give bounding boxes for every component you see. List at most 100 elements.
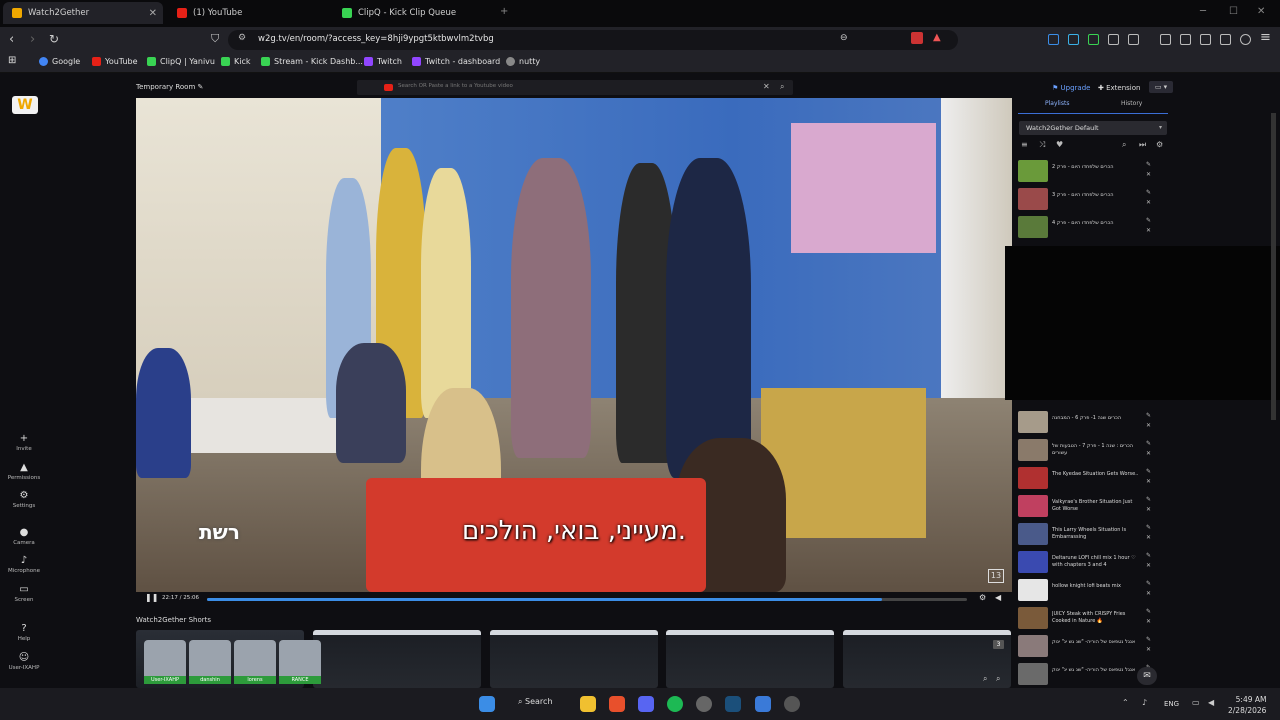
address-bar[interactable]: ⚙ w2g.tv/en/room/?access_key=8hji9ypgt5k… [228,30,958,50]
apps-grid-icon[interactable]: ⊞ [8,55,16,66]
file-explorer-icon[interactable] [580,696,596,712]
chat-icon[interactable]: ✉ [1137,667,1157,685]
playlist-item[interactable]: הכרים שלפחדו היום - פרק 4 ✎ ✕ [1018,216,1168,240]
user-avatar[interactable]: User-IXAHP [144,640,186,684]
search-icon[interactable]: ⌕ [780,82,784,92]
short-thumbnail[interactable] [490,630,658,688]
wallet-icon[interactable] [1200,34,1211,45]
edit-remove-icon[interactable]: ✎✕ [1146,495,1151,515]
short-thumbnail[interactable] [313,630,481,688]
zoom-icon[interactable]: ⊖ [840,33,848,43]
scrollbar[interactable] [1271,113,1276,420]
user-avatar[interactable]: RANCE [279,640,321,684]
edit-remove-icon[interactable]: ✎✕ [1146,411,1151,431]
seek-bar[interactable] [207,598,967,601]
app-icon[interactable] [755,696,771,712]
minimize-icon[interactable]: ─ [1200,6,1206,17]
obs-icon[interactable] [696,696,712,712]
permissions-button[interactable]: ▲ Permissions [0,462,48,481]
bookmark-kick-dashboard[interactable]: Stream - Kick Dashb... [261,57,363,66]
room-name[interactable]: Temporary Room ✎ [136,83,203,91]
leo-icon[interactable] [1220,34,1231,45]
playlist-item[interactable]: Deltarune LOFI chill mix 1 hour ♡ with c… [1018,551,1168,575]
maximize-icon[interactable]: ☐ [1229,6,1238,17]
playlist-item[interactable]: Valkyrae's Brother Situation Just Got Wo… [1018,495,1168,519]
translate-icon[interactable] [1068,34,1079,45]
extensions-icon[interactable] [1108,34,1119,45]
new-tab-icon[interactable]: + [500,6,508,17]
tab-watch2gether[interactable]: Watch2Gether ✕ [3,2,163,24]
zoom-out-icon[interactable]: ⌕ [996,674,1000,684]
playlist-item[interactable]: הכרים שנה 1- פרק 6 - המבחנה ✎ ✕ [1018,411,1168,435]
brave-icon[interactable] [609,696,625,712]
tab-playlists[interactable]: Playlists [1045,100,1069,107]
close-window-icon[interactable]: ✕ [1257,6,1265,17]
upgrade-button[interactable]: ⚑ Upgrade [1052,84,1090,92]
extension-button[interactable]: ✚ Extension [1098,84,1140,92]
gear-icon[interactable]: ⚙ [1156,140,1163,149]
user-avatar[interactable]: lorens [234,640,276,684]
tab-clipq[interactable]: ClipQ - Kick Clip Queue [333,2,493,24]
zoom-in-icon[interactable]: ⌕ [983,674,987,684]
watch2gether-logo[interactable]: W [12,96,38,114]
bookmark-youtube[interactable]: YouTube [92,57,138,66]
extension-icon[interactable] [1088,34,1099,45]
extension-icon[interactable] [1048,34,1059,45]
invite-button[interactable]: + Invite [0,433,48,452]
edit-icon[interactable]: ✎ [198,83,204,91]
edit-remove-icon[interactable]: ✎✕ [1146,607,1151,627]
playlist-item[interactable]: JUICY Steak with CRISPY Fries Cooked in … [1018,607,1168,631]
bookmark-icon[interactable]: ⛉ [211,32,219,46]
microphone-icon[interactable]: ♪ [1142,698,1147,707]
bookmark-google[interactable]: Google [39,57,80,66]
forward-icon[interactable]: › [30,32,35,47]
tab-history[interactable]: History [1121,100,1142,107]
bookmark-kick[interactable]: Kick [221,57,251,66]
playlist-item[interactable]: הכרים שלפחדו היום - פרק 3 ✎ ✕ [1018,188,1168,212]
clock[interactable]: 5:49 AM 2/28/2026 [1228,694,1266,716]
playlist-item[interactable]: This Larry Wheels Situation Is Embarrass… [1018,523,1168,547]
video-search-input[interactable]: Search OR Paste a link to a Youtube vide… [357,80,793,95]
site-settings-icon[interactable]: ⚙ [238,33,246,43]
steam-icon[interactable] [725,696,741,712]
playlist-item[interactable]: hollow knight lofi beats mix ✎ ✕ [1018,579,1168,603]
settings-button[interactable]: ⚙ Settings [0,490,48,509]
playlist-item[interactable]: הכרים : שנה 1 - פרק 7 - הטבעות של עשורים… [1018,439,1168,463]
spotify-icon[interactable] [667,696,683,712]
brave-rewards-icon[interactable]: ▲ [933,32,941,43]
screenshot-icon[interactable] [1128,34,1139,45]
gear-icon[interactable]: ⚙ [979,593,986,602]
pause-icon[interactable]: ❚❚ [145,593,158,602]
chevron-up-icon[interactable]: ⌃ [1122,698,1129,707]
app-icon[interactable] [784,696,800,712]
sidebar-icon[interactable] [1180,34,1191,45]
edit-remove-icon[interactable]: ✎✕ [1146,523,1151,543]
playlist-select[interactable]: Watch2Gether Default ▾ [1019,121,1167,135]
edit-remove-icon[interactable]: ✎✕ [1146,635,1151,655]
help-button[interactable]: ? Help [0,623,48,642]
bookmark-clipq[interactable]: ClipQ | Yanivu [147,57,215,66]
skip-icon[interactable]: ⏭ [1139,140,1146,150]
edit-remove-icon[interactable]: ✎✕ [1146,551,1151,571]
edit-remove-icon[interactable]: ✎✕ [1146,439,1151,459]
microphone-button[interactable]: ♪ Microphone [0,555,48,574]
taskbar-search[interactable]: ⌕ Search [518,697,553,707]
language-indicator[interactable]: ENG [1164,700,1179,708]
network-icon[interactable]: ▭ [1192,698,1200,707]
playlist-item[interactable]: The Kyedae Situation Gets Worse.. ✎ ✕ [1018,467,1168,491]
bookmark-twitch-dashboard[interactable]: Twitch - dashboard [412,57,500,66]
search-icon[interactable]: ⌕ [1122,140,1126,150]
edit-remove-icon[interactable]: ✎✕ [1146,216,1151,236]
media-icon[interactable] [1160,34,1171,45]
close-tab-icon[interactable]: ✕ [149,8,157,19]
vpn-icon[interactable] [1240,34,1251,45]
user-profile-button[interactable]: ☺ User-IXAHP [0,652,48,671]
layout-toggle[interactable]: ▭ ▾ [1149,81,1173,93]
short-thumbnail[interactable] [666,630,834,688]
bookmark-twitch[interactable]: Twitch [364,57,402,66]
volume-icon[interactable]: ◀ [995,593,1001,602]
playlist-item[interactable]: הכרים שלפחדו היום - פרק 2 ✎ ✕ [1018,160,1168,184]
clear-icon[interactable]: ✕ [763,82,770,91]
volume-icon[interactable]: ◀ [1208,698,1214,707]
list-icon[interactable]: ≡ [1021,140,1028,149]
